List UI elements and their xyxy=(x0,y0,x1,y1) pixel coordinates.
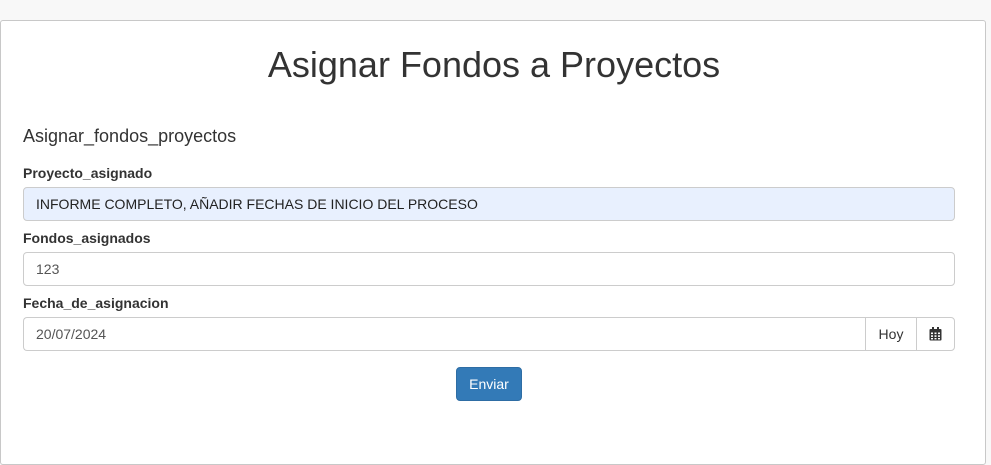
date-input-group: 20/07/2024 Hoy xyxy=(23,317,955,351)
page-title: Asignar Fondos a Proyectos xyxy=(267,44,721,85)
form-title: Asignar_fondos_proyectos xyxy=(23,126,237,146)
fecha-de-asignacion-label: Fecha_de_asignacion xyxy=(23,295,169,311)
fondos-asignados-field[interactable]: 123 xyxy=(23,252,955,286)
form-panel: Asignar Fondos a Proyectos Asignar_fondo… xyxy=(0,20,986,465)
proyecto-asignado-field[interactable]: INFORME COMPLETO, AÑADIR FECHAS DE INICI… xyxy=(23,187,955,221)
submit-button[interactable]: Enviar xyxy=(456,367,522,401)
fondos-asignados-label: Fondos_asignados xyxy=(23,230,151,246)
calendar-button[interactable] xyxy=(916,317,955,351)
proyecto-asignado-label: Proyecto_asignado xyxy=(23,165,153,181)
fecha-de-asignacion-field[interactable]: 20/07/2024 xyxy=(23,317,865,351)
today-button[interactable]: Hoy xyxy=(865,317,916,351)
calendar-icon xyxy=(929,327,942,341)
